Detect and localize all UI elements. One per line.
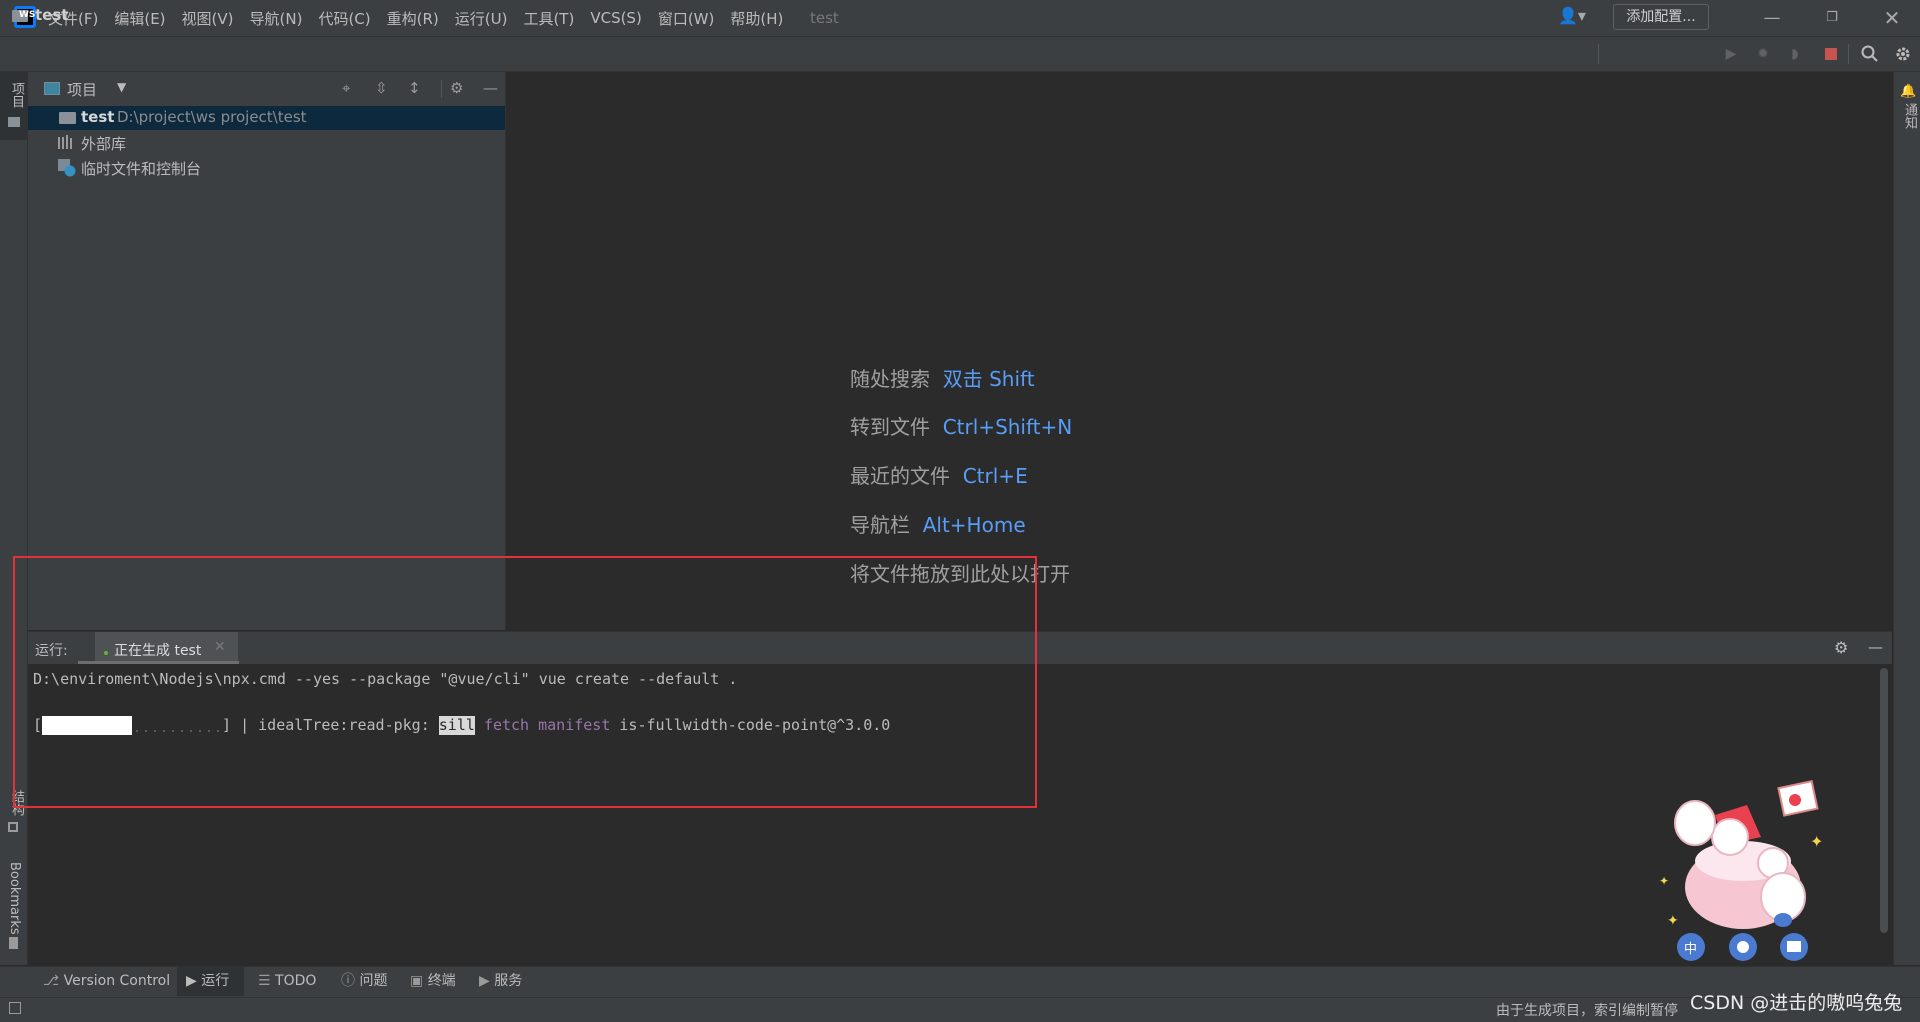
collapse-all-icon[interactable]: ↕ [408, 79, 421, 97]
hide-panel-icon[interactable]: — [1868, 638, 1883, 656]
menu-bar: 文件(F) 编辑(E) 视图(V) 导航(N) 代码(C) 重构(R) 运行(U… [48, 0, 799, 36]
tab-label: 运行 [201, 973, 230, 989]
structure-icon [8, 822, 18, 832]
right-tool-stripe [1893, 72, 1920, 965]
menu-refactor[interactable]: 重构(R) [387, 8, 439, 29]
menu-run[interactable]: 运行(U) [455, 8, 508, 29]
hint-shortcut: 双击 Shift [942, 367, 1035, 391]
svg-text:✦: ✦ [1659, 874, 1669, 888]
restore-icon[interactable]: ❐ [1804, 0, 1860, 36]
svg-text:✦: ✦ [1667, 913, 1679, 929]
menu-view[interactable]: 视图(V) [182, 8, 234, 29]
stop-icon[interactable] [1825, 48, 1837, 60]
tree-root-path: D:\project\ws project\test [117, 108, 307, 126]
tab-version-control[interactable]: ⎇ Version Control [43, 966, 170, 996]
breadcrumb-project[interactable]: test [35, 6, 68, 24]
toolbar-divider [1848, 44, 1849, 64]
hint-navigation-bar: 导航栏 Alt+Home [850, 509, 1026, 538]
toolbar-divider [1598, 44, 1599, 64]
menu-code[interactable]: 代码(C) [318, 8, 370, 29]
branch-icon: ⎇ [43, 973, 60, 989]
project-view-icon [44, 82, 60, 95]
hint-recent-files: 最近的文件 Ctrl+E [850, 460, 1028, 489]
hint-search-everywhere: 随处搜索 双击 Shift [850, 363, 1035, 392]
project-panel-title[interactable]: 项目 [67, 79, 97, 100]
editor-area[interactable] [506, 72, 1892, 630]
hint-goto-file: 转到文件 Ctrl+Shift+N [850, 411, 1072, 440]
project-panel [28, 72, 506, 630]
tree-root-name[interactable]: test [81, 108, 114, 126]
gear-icon[interactable]: ⚙ [450, 79, 463, 97]
gear-icon[interactable]: ⚙ [1834, 638, 1848, 657]
layout-toggle-icon[interactable] [9, 1002, 21, 1014]
services-icon: ▶︎ [479, 973, 490, 989]
hint-label: 随处搜索 [850, 367, 930, 391]
tab-label: 服务 [494, 973, 523, 989]
minimize-icon[interactable]: — [1744, 0, 1800, 36]
highlight-rectangle [13, 556, 1037, 808]
hide-panel-icon[interactable]: — [483, 79, 498, 97]
hint-label: 转到文件 [850, 415, 930, 439]
hint-shortcut: Alt+Home [922, 513, 1026, 537]
stripe-project-label[interactable]: 项目 [7, 82, 26, 108]
stripe-notifications-label[interactable]: 通知 [1900, 103, 1919, 129]
gear-icon[interactable] [1894, 45, 1912, 63]
folder-icon [59, 112, 76, 124]
menu-vcs[interactable]: VCS(S) [590, 9, 641, 27]
run-icon[interactable]: ▶ [1722, 45, 1740, 63]
watermark-text: CSDN @进击的嗷呜兔兔 [1690, 992, 1903, 1014]
tab-terminal[interactable]: ▣ 终端 [410, 966, 456, 996]
library-icon [58, 135, 72, 149]
close-icon[interactable]: ✕ [1864, 0, 1920, 36]
bookmark-icon [9, 937, 18, 949]
tab-label: Version Control [63, 973, 171, 989]
window-title: test [810, 9, 839, 27]
scratch-console-icon [58, 159, 76, 177]
hint-shortcut: Ctrl+E [962, 464, 1028, 488]
info-icon: ⓘ [341, 973, 355, 989]
list-icon: ☰ [258, 973, 271, 989]
coverage-icon[interactable]: ◗ [1786, 45, 1804, 63]
svg-text:中: 中 [1684, 942, 1697, 957]
menu-window[interactable]: 窗口(W) [658, 8, 715, 29]
status-message: 由于生成项目，索引编制暂停 [1496, 1003, 1678, 1019]
menu-tools[interactable]: 工具(T) [523, 8, 574, 29]
folder-icon [8, 117, 20, 127]
bell-icon: 🔔 [1900, 84, 1917, 99]
terminal-icon: ▣ [410, 973, 424, 989]
search-icon[interactable] [1861, 45, 1879, 63]
toolbar-divider [441, 80, 442, 98]
tab-problems[interactable]: ⓘ 问题 [341, 966, 387, 996]
tab-run[interactable]: ▶ 运行 [186, 966, 229, 996]
hint-shortcut: Ctrl+Shift+N [942, 415, 1073, 439]
svg-text:✦: ✦ [1810, 832, 1823, 851]
add-configuration-button[interactable]: 添加配置... [1613, 4, 1709, 30]
console-scrollbar[interactable] [1880, 668, 1888, 933]
run-icon: ▶ [186, 973, 197, 989]
tab-todo[interactable]: ☰ TODO [258, 966, 316, 996]
hint-label: 导航栏 [850, 513, 910, 537]
debug-icon[interactable]: ✹ [1754, 45, 1772, 63]
tab-services[interactable]: ▶︎ 服务 [479, 966, 522, 996]
stripe-bookmarks-label[interactable]: Bookmarks [7, 862, 22, 935]
user-icon[interactable]: 👤▾ [1558, 6, 1586, 25]
menu-help[interactable]: 帮助(H) [730, 8, 783, 29]
expand-all-icon[interactable]: ⇳ [375, 79, 388, 97]
menu-edit[interactable]: 编辑(E) [114, 8, 165, 29]
tree-scratches[interactable]: 临时文件和控制台 [81, 158, 201, 179]
chevron-down-icon[interactable]: ▼ [117, 80, 126, 94]
tree-external-libraries[interactable]: 外部库 [81, 133, 126, 154]
tab-label: TODO [275, 973, 317, 989]
locate-icon[interactable]: ⌖ [342, 79, 350, 97]
menu-navigate[interactable]: 导航(N) [250, 8, 303, 29]
tab-label: 终端 [427, 973, 456, 989]
tab-label: 问题 [359, 973, 388, 989]
hint-label: 最近的文件 [850, 464, 950, 488]
navigation-bar [0, 37, 1920, 72]
bunny-cake-sticker-image: ✦ ✦ ✦ 中 [1659, 779, 1823, 961]
